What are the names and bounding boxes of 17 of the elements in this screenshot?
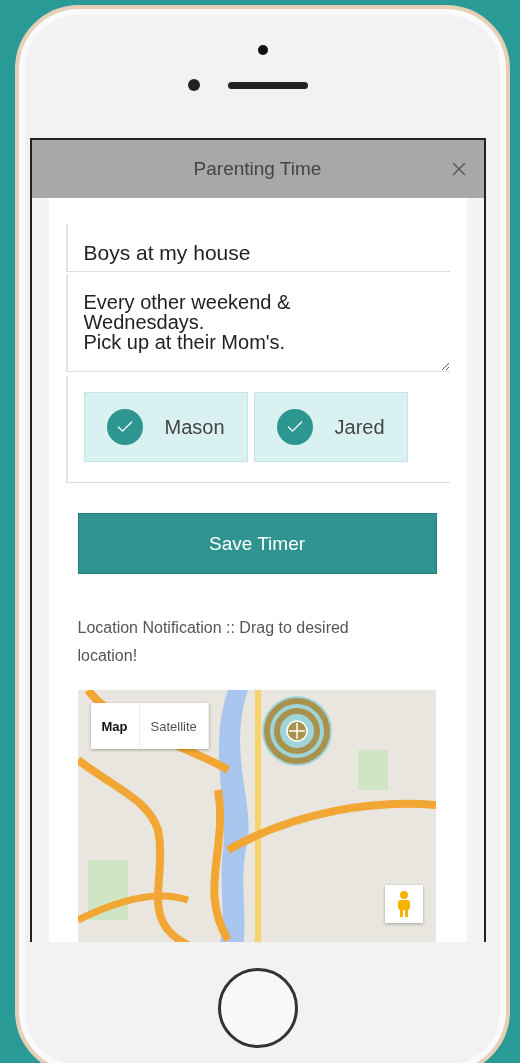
speaker-icon <box>227 81 308 89</box>
camera-icon <box>187 79 200 91</box>
save-button[interactable]: Save Timer <box>77 513 437 574</box>
map-type-tab[interactable]: Satellite <box>139 703 209 749</box>
child-toggle[interactable]: Jared <box>253 392 408 462</box>
location-note: Location Notification :: Drag to desired location! <box>77 618 350 666</box>
check-icon <box>276 409 313 445</box>
check-icon <box>106 409 143 445</box>
title-field[interactable]: Boys at my house <box>65 224 450 272</box>
sensor-icon <box>257 45 268 55</box>
map-type-tab[interactable]: Map <box>90 703 140 749</box>
notes-field[interactable]: Every other weekend & Wednesdays. Pick up at their Mom's. <box>65 274 450 372</box>
target-marker-icon[interactable] <box>260 695 333 767</box>
dialog-title: Parenting Time <box>193 158 322 180</box>
pegman-icon <box>396 891 411 917</box>
child-toggle[interactable]: Mason <box>83 392 248 462</box>
pegman-button[interactable] <box>384 885 423 923</box>
